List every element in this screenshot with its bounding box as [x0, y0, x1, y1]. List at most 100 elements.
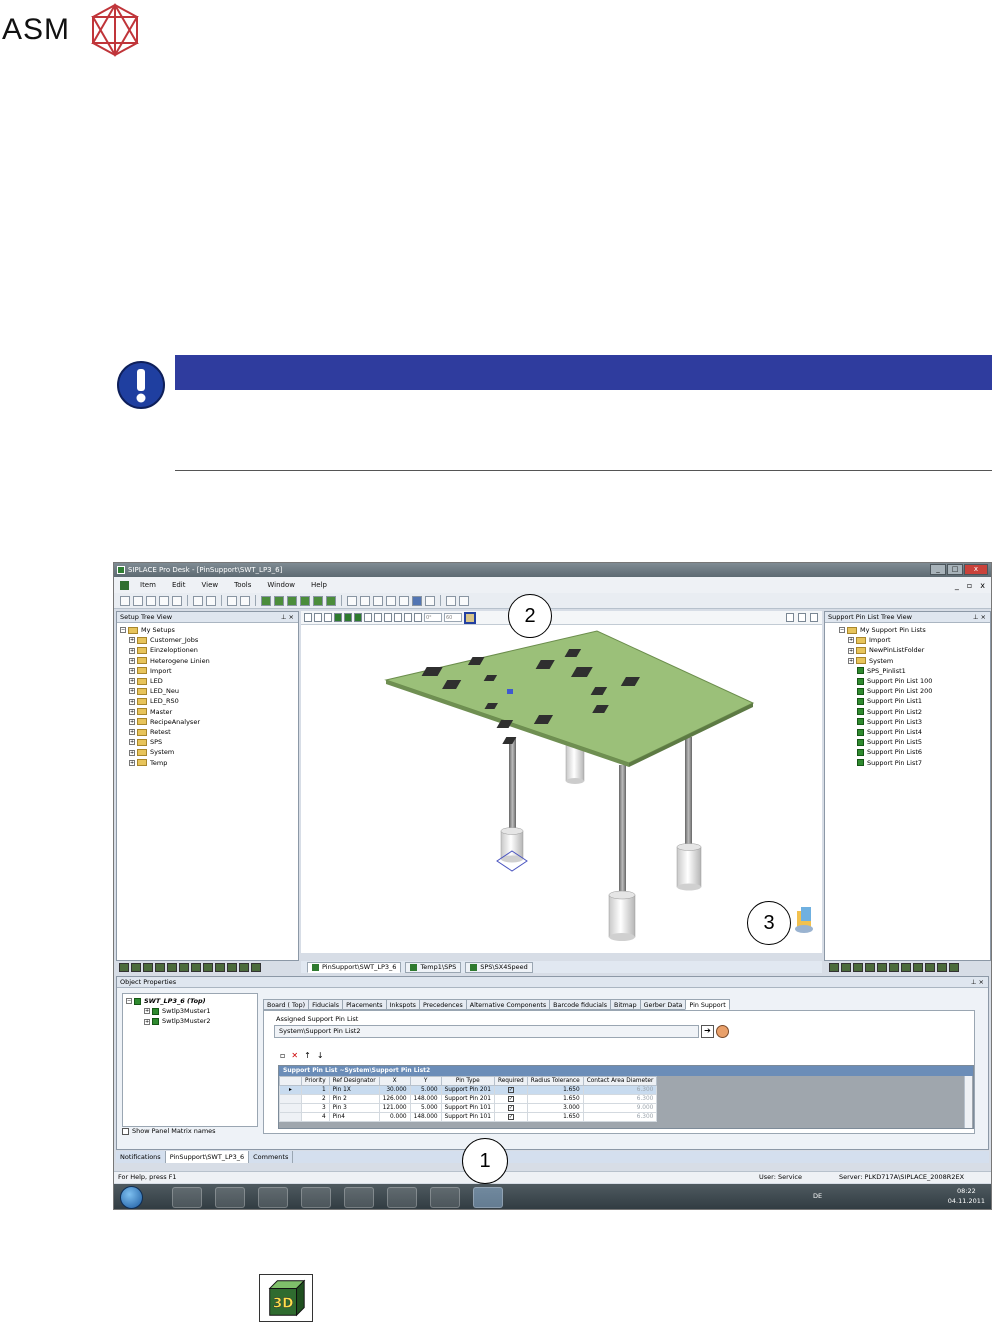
- panel-pin-icon[interactable]: ⊥ ×: [973, 612, 986, 623]
- tree-item[interactable]: + Import: [848, 635, 987, 645]
- tree-item[interactable]: + System: [129, 747, 295, 757]
- maximize-button[interactable]: □: [947, 564, 963, 575]
- cell-type[interactable]: Support Pin 101: [440, 1103, 495, 1113]
- tab-notifications[interactable]: Notifications: [116, 1151, 166, 1163]
- tree-item[interactable]: + LED: [129, 676, 295, 686]
- checkbox-icon[interactable]: [122, 1127, 129, 1135]
- line-icon[interactable]: [300, 595, 310, 606]
- mdi-close-button[interactable]: x: [980, 581, 985, 590]
- collapse-icon[interactable]: −: [839, 627, 845, 634]
- explorer-icon[interactable]: [172, 1187, 202, 1208]
- mdi-minimize-button[interactable]: _: [955, 581, 959, 590]
- expand-icon[interactable]: +: [129, 729, 135, 736]
- cell-x[interactable]: 126.000: [378, 1094, 411, 1104]
- orientation-cube-icon[interactable]: [795, 907, 813, 933]
- camera-icon[interactable]: [344, 1187, 374, 1208]
- cell-ref[interactable]: Pin 1X: [328, 1085, 380, 1095]
- tree-item[interactable]: + RecipeAnalyser: [129, 717, 295, 727]
- siplace-app-icon[interactable]: [473, 1187, 503, 1208]
- cell-ref[interactable]: Pin 3: [328, 1103, 380, 1113]
- cell-y[interactable]: 148.000: [409, 1112, 442, 1122]
- menu-item-item[interactable]: Item: [135, 581, 161, 589]
- delete-row-icon[interactable]: ✕: [291, 1051, 298, 1060]
- refresh-icon[interactable]: [172, 595, 182, 606]
- panel-tab-icon[interactable]: [179, 962, 189, 972]
- print-icon[interactable]: [446, 595, 456, 606]
- undo-icon[interactable]: [193, 595, 203, 606]
- cell-x[interactable]: 121.000: [378, 1103, 411, 1113]
- collapse-icon[interactable]: −: [126, 998, 132, 1005]
- panel-tab-icon[interactable]: [167, 962, 177, 972]
- tree-item[interactable]: + Import: [129, 666, 295, 676]
- expand-icon[interactable]: +: [129, 739, 135, 746]
- panel-tab-icon[interactable]: [215, 962, 225, 972]
- tree-item[interactable]: + SPS: [129, 737, 295, 747]
- panel-tab-icon[interactable]: [131, 962, 141, 972]
- print-icon[interactable]: [414, 613, 422, 622]
- network-icon[interactable]: [258, 1187, 288, 1208]
- assigned-list-field[interactable]: System\Support Pin List2: [274, 1025, 699, 1038]
- doc-tab[interactable]: PinSupport\SWT_LP3_6: [307, 961, 402, 973]
- tree-item[interactable]: + LED_RS0: [129, 696, 295, 706]
- zoom-select[interactable]: 60: [444, 613, 462, 622]
- zoom-100-icon[interactable]: [386, 595, 396, 606]
- tree-item[interactable]: + Swtlp3Muster2: [144, 1016, 254, 1026]
- tree-item[interactable]: + Einzeloptionen: [129, 645, 295, 655]
- property-tab[interactable]: Placements: [342, 999, 387, 1010]
- tree-item[interactable]: + Retest: [129, 727, 295, 737]
- panel-tab-icon[interactable]: [143, 962, 153, 972]
- pan-icon[interactable]: [399, 595, 409, 606]
- table-row[interactable]: ▸ 1 Pin 1X 30.000 5.000 Support Pin 201 ✓ 1.650…: [279, 1085, 658, 1095]
- tree-item[interactable]: + LED_Neu: [129, 686, 295, 696]
- frame-icon[interactable]: [374, 613, 382, 622]
- expand-icon[interactable]: +: [848, 647, 854, 654]
- column-header[interactable]: Priority: [301, 1076, 330, 1086]
- panel-tab-icon[interactable]: [239, 962, 249, 972]
- layer-icon[interactable]: [344, 613, 352, 622]
- cell-x[interactable]: 30.000: [378, 1085, 411, 1095]
- required-checkbox[interactable]: ✓: [507, 1114, 514, 1120]
- property-tab[interactable]: Precedences: [418, 999, 467, 1010]
- cell-ref[interactable]: Pin4: [328, 1112, 380, 1122]
- required-cell[interactable]: ✓: [493, 1085, 528, 1095]
- tree-item[interactable]: Support Pin List6: [857, 747, 987, 757]
- panel-tab-icon[interactable]: [889, 962, 899, 972]
- zoom-out-icon[interactable]: [373, 595, 383, 606]
- panel-tab-icon[interactable]: [913, 962, 923, 972]
- cell-priority[interactable]: 3: [301, 1103, 330, 1113]
- doc-tab[interactable]: SPS\SX4Speed: [465, 961, 533, 973]
- property-tab[interactable]: Alternative Components: [465, 999, 551, 1010]
- mdi-restore-button[interactable]: ▫: [967, 581, 972, 590]
- table-row[interactable]: 3 Pin 3 121.000 5.000 Support Pin 101 ✓ 3.000 9…: [279, 1103, 658, 1113]
- required-cell[interactable]: ✓: [493, 1094, 528, 1104]
- panel-tab-icon[interactable]: [949, 962, 959, 972]
- layer-icon[interactable]: [354, 613, 362, 622]
- expand-icon[interactable]: +: [144, 1018, 150, 1025]
- tab-comments[interactable]: Comments: [249, 1151, 294, 1163]
- cell-y[interactable]: 5.000: [409, 1085, 442, 1095]
- tools-icon[interactable]: [301, 1187, 331, 1208]
- tree-item[interactable]: Support Pin List5: [857, 737, 987, 747]
- panel-tab-icon[interactable]: [865, 962, 875, 972]
- menu-item-window[interactable]: Window: [262, 581, 300, 589]
- go-to-list-button[interactable]: ➔: [701, 1025, 714, 1038]
- expand-icon[interactable]: +: [129, 749, 135, 756]
- expand-icon[interactable]: +: [129, 637, 135, 644]
- tree-item[interactable]: + System: [848, 656, 987, 666]
- cell-tol[interactable]: 1.650: [526, 1094, 584, 1104]
- expand-icon[interactable]: +: [129, 667, 135, 674]
- cell-tol[interactable]: 1.650: [526, 1085, 584, 1095]
- cell-priority[interactable]: 1: [301, 1085, 330, 1095]
- panel-tab-icon[interactable]: [841, 962, 851, 972]
- expand-icon[interactable]: +: [129, 698, 135, 705]
- cell-priority[interactable]: 2: [301, 1094, 330, 1104]
- expand-icon[interactable]: +: [848, 657, 854, 664]
- panel-pin-icon[interactable]: ⊥ ×: [971, 977, 984, 988]
- column-header[interactable]: Pin Type: [440, 1076, 495, 1086]
- tree-item[interactable]: Support Pin List2: [857, 707, 987, 717]
- menu-item-edit[interactable]: Edit: [167, 581, 191, 589]
- move-up-icon[interactable]: ↑: [304, 1051, 311, 1060]
- tree-root[interactable]: − SWT_LP3_6 (Top): [126, 996, 254, 1006]
- tree-root[interactable]: − My Setups: [120, 625, 295, 635]
- tree-item[interactable]: Support Pin List3: [857, 717, 987, 727]
